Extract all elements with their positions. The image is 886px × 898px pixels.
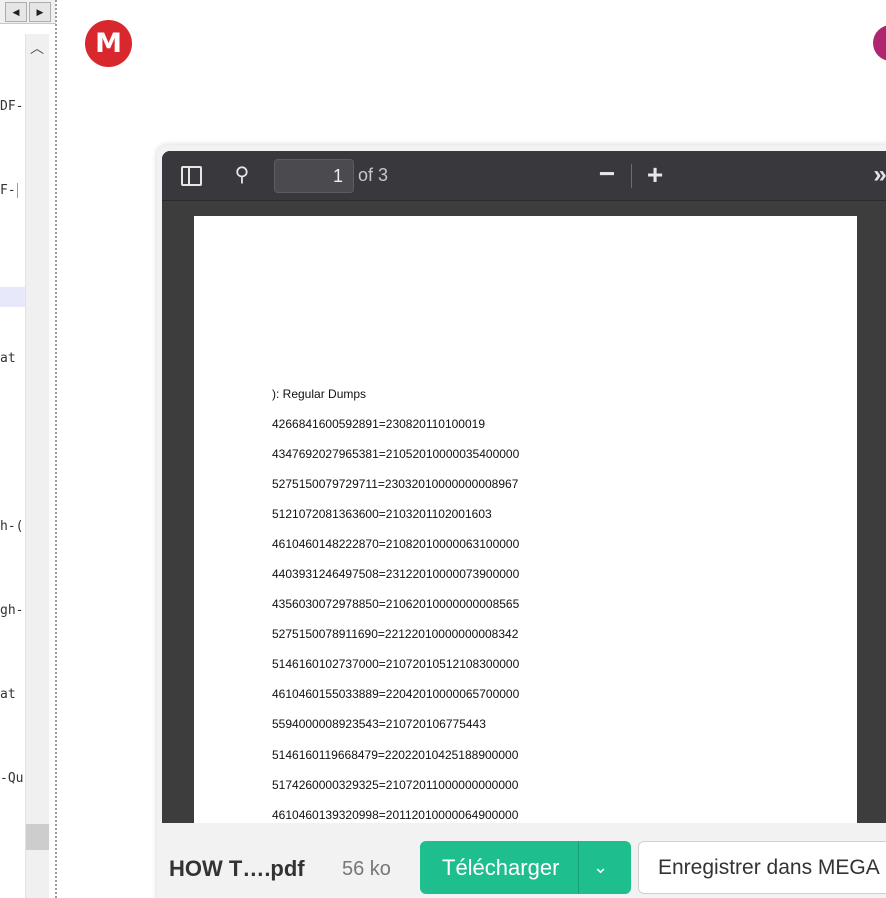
scrollbar-thumb[interactable] [26,824,49,850]
page-number-input[interactable]: 1 [274,159,354,193]
download-button[interactable]: Télécharger ⌄ [420,841,631,894]
toolbar-separator [631,164,632,188]
pdf-line: 5146160102737000=21072010512108300000 [272,657,520,671]
sidebar-toggle-icon[interactable] [181,166,202,186]
pdf-line: 4347692027965381=21052010000035400000 [272,447,520,461]
mega-logo[interactable]: M [85,20,132,67]
pdf-heading: ): Regular Dumps [272,387,367,401]
tab-scroll-arrows: ◀ ▶ [0,0,56,24]
pdf-line: 5174260000329325=21072011000000000000 [272,778,519,792]
pdf-viewer: ⚲ 1 of 3 − + » ): Regular Dumps 42668416… [162,151,886,823]
pdf-line: 4610460148222870=21082010000063100000 [272,537,520,551]
pdf-line: 4403931246497508=23122010000073900000 [272,567,520,581]
vertical-scrollbar[interactable]: ︿ [25,34,49,898]
search-icon[interactable]: ⚲ [229,161,255,189]
code-line: h-( [0,519,24,534]
save-to-mega-label: Enregistrer dans MEGA [658,856,880,879]
zoom-in-icon[interactable]: + [642,161,668,189]
scroll-up-icon[interactable]: ︿ [30,38,44,58]
scroll-right-button[interactable]: ▶ [29,2,51,22]
pdf-line: 4266841600592891=230820110100019 [272,417,486,431]
mega-logo-letter: M [95,28,122,59]
download-button-label: Télécharger [442,855,560,880]
pdf-line: 4610460155033889=22042010000065700000 [272,687,520,701]
code-line: at [0,687,16,702]
screen: DF- F- at h-( gh- at -Qu ︿ ◀ ▶ M ⚲ 1 of … [0,0,886,898]
pdf-page: ): Regular Dumps 4266841600592891=230820… [194,216,857,823]
pdf-line: 5146160119668479=22022010425188900000 [272,748,519,762]
pdf-line: 5275150079729711=23032010000000008967 [272,477,519,491]
code-line: -Qu [0,771,24,786]
pdf-toolbar: ⚲ 1 of 3 − + » [162,151,886,201]
code-line: at [0,351,16,366]
save-to-mega-button[interactable]: Enregistrer dans MEGA [638,841,886,894]
code-line-with-caret: F- [0,183,18,198]
text-caret [16,183,18,198]
pdf-line: 5275150078911690=22122010000000008342 [272,627,519,641]
more-tools-icon[interactable]: » [867,161,886,189]
code-line: gh- [0,603,24,618]
zoom-out-icon[interactable]: − [594,160,620,189]
pdf-line: 5121072081363600=2103201102001603 [272,507,492,521]
scroll-left-button[interactable]: ◀ [5,2,27,22]
page-count: of 3 [358,165,389,185]
pane-divider[interactable] [55,0,57,898]
file-name: HOW T….pdf [169,856,305,881]
editor-pane: DF- F- at h-( gh- at -Qu ︿ ◀ ▶ [0,0,57,898]
code-line-text: F- [0,183,16,198]
avatar[interactable] [873,25,886,61]
pdf-line: 4610460139320998=20112010000064900000 [272,808,519,822]
file-size: 56 ko [342,858,391,880]
editor-text-area[interactable]: DF- F- at h-( gh- at -Qu [0,0,25,898]
pdf-line: 5594000008923543=210720106775443 [272,717,486,731]
pdf-line: 4356030072978850=21062010000000008565 [272,597,520,611]
download-button-divider [578,841,579,894]
current-line-highlight [0,287,25,307]
code-line: DF- [0,99,24,114]
chevron-down-icon[interactable]: ⌄ [593,841,608,894]
